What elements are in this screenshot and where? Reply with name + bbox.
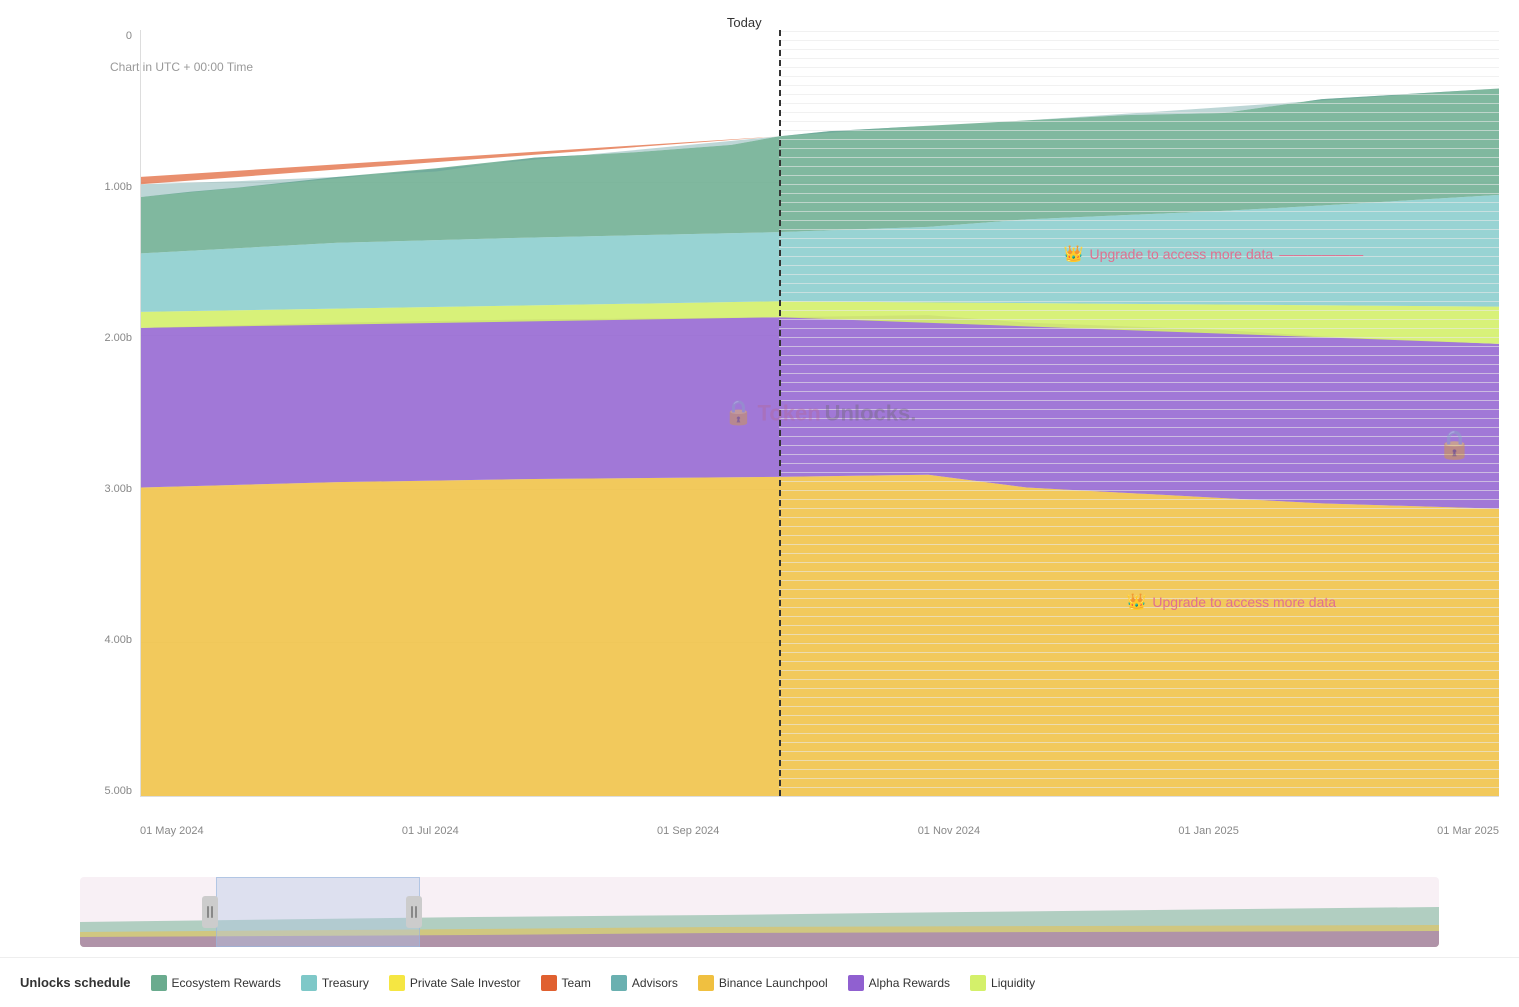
future-overlay [779, 30, 1499, 796]
y-axis: 5.00b 4.00b 3.00b 2.00b 1.00b 0 [80, 30, 140, 797]
handle-line-2 [211, 906, 213, 918]
x-label-mar: 01 Mar 2025 [1437, 825, 1499, 837]
legend-label-treasury: Treasury [322, 976, 369, 990]
x-label-jul: 01 Jul 2024 [402, 825, 459, 837]
range-handle-right[interactable] [406, 896, 422, 928]
today-line [779, 30, 781, 796]
y-label-5: 5.00b [104, 785, 132, 797]
range-handle-left[interactable] [202, 896, 218, 928]
y-label-4: 4.00b [104, 634, 132, 646]
chart-container: Today Chart in UTC + 00:00 Time 5.00b 4.… [0, 0, 1519, 1007]
legend-item-ecosystem: Ecosystem Rewards [151, 975, 281, 991]
legend-label-ecosystem: Ecosystem Rewards [172, 976, 281, 990]
handle-line-4 [415, 906, 417, 918]
legend-color-team [541, 975, 557, 991]
range-selected [216, 877, 420, 947]
x-label-sep: 01 Sep 2024 [657, 825, 719, 837]
legend-label-liquidity: Liquidity [991, 976, 1035, 990]
legend-item-alpha: Alpha Rewards [848, 975, 950, 991]
legend-label-alpha: Alpha Rewards [869, 976, 950, 990]
y-label-0: 0 [126, 30, 132, 42]
legend-label-team: Team [562, 976, 591, 990]
legend-item-binance: Binance Launchpool [698, 975, 828, 991]
legend-label-binance: Binance Launchpool [719, 976, 828, 990]
y-label-1: 1.00b [104, 181, 132, 193]
handle-line-3 [411, 906, 413, 918]
legend-label-private-sale: Private Sale Investor [410, 976, 521, 990]
x-label-may: 01 May 2024 [140, 825, 204, 837]
legend-color-liquidity [970, 975, 986, 991]
crown-icon-top: 👑 [1064, 244, 1084, 264]
legend-color-alpha [848, 975, 864, 991]
legend: Unlocks schedule Ecosystem Rewards Treas… [0, 957, 1519, 1007]
legend-item-liquidity: Liquidity [970, 975, 1035, 991]
legend-item-title: Unlocks schedule [20, 975, 131, 990]
legend-color-treasury [301, 975, 317, 991]
upgrade-text-top: Upgrade to access more data [1090, 246, 1274, 262]
crown-icon-bottom: 👑 [1126, 592, 1146, 612]
legend-color-private-sale [389, 975, 405, 991]
upgrade-badge-bottom[interactable]: 👑 Upgrade to access more data [1126, 592, 1336, 612]
x-axis: 01 May 2024 01 Jul 2024 01 Sep 2024 01 N… [140, 825, 1499, 837]
chart-inner: Today Chart in UTC + 00:00 Time 5.00b 4.… [80, 10, 1499, 877]
legend-color-binance [698, 975, 714, 991]
legend-title-text: Unlocks schedule [20, 975, 131, 990]
legend-item-advisors: Advisors [611, 975, 678, 991]
legend-item-team: Team [541, 975, 591, 991]
x-label-nov: 01 Nov 2024 [918, 825, 980, 837]
handle-lines-right [411, 906, 417, 918]
range-selector[interactable] [80, 877, 1439, 947]
legend-color-advisors [611, 975, 627, 991]
chart-plot: 👑 Upgrade to access more data —————— 👑 U… [140, 30, 1499, 797]
x-label-jan: 01 Jan 2025 [1178, 825, 1239, 837]
legend-color-ecosystem [151, 975, 167, 991]
legend-item-private-sale: Private Sale Investor [389, 975, 521, 991]
legend-label-advisors: Advisors [632, 976, 678, 990]
handle-line-1 [207, 906, 209, 918]
today-label: Today [727, 15, 762, 30]
handle-lines-left [207, 906, 213, 918]
chart-area: Today Chart in UTC + 00:00 Time 5.00b 4.… [0, 0, 1519, 877]
lock-future-icon: 🔒 [1437, 428, 1472, 461]
y-label-3: 3.00b [104, 483, 132, 495]
legend-item-treasury: Treasury [301, 975, 369, 991]
upgrade-text-bottom: Upgrade to access more data [1152, 594, 1336, 610]
upgrade-badge-top[interactable]: 👑 Upgrade to access more data —————— [1064, 244, 1364, 264]
y-label-2: 2.00b [104, 332, 132, 344]
